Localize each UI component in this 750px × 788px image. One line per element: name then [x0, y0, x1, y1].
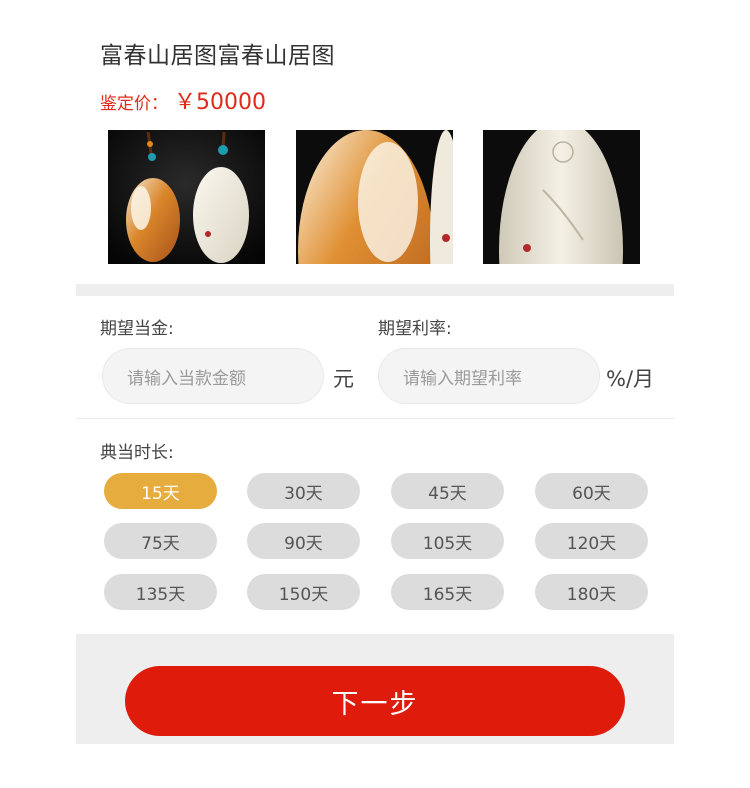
product-image-3[interactable] [483, 130, 640, 264]
duration-option[interactable]: 75天 [104, 523, 217, 559]
duration-option[interactable]: 135天 [104, 574, 217, 610]
duration-option[interactable]: 60天 [535, 473, 648, 509]
product-title: 富春山居图富春山居图 [100, 43, 335, 69]
image-gallery [108, 130, 640, 264]
product-image-1[interactable] [108, 130, 265, 264]
duration-option[interactable]: 165天 [391, 574, 504, 610]
product-image-2[interactable] [296, 130, 453, 264]
duration-option[interactable]: 105天 [391, 523, 504, 559]
amount-input[interactable]: 请输入当款金额 [102, 348, 324, 404]
duration-option[interactable]: 45天 [391, 473, 504, 509]
jade-pendant-detail-image [483, 130, 640, 264]
jade-pendant-closeup-image [296, 130, 453, 264]
duration-option[interactable]: 120天 [535, 523, 648, 559]
rate-unit: %/月 [606, 367, 655, 391]
rate-input[interactable]: 请输入期望利率 [378, 348, 600, 404]
duration-option[interactable]: 30天 [247, 473, 360, 509]
price-value: ￥50000 [174, 90, 266, 115]
price-label: 鉴定价： [100, 94, 168, 114]
jade-pendant-pair-image [108, 130, 265, 264]
divider-line [76, 418, 674, 419]
amount-label: 期望当金: [100, 319, 174, 339]
price-row: 鉴定价： ￥50000 [100, 84, 266, 116]
duration-option[interactable]: 150天 [247, 574, 360, 610]
duration-option[interactable]: 15天 [104, 473, 217, 509]
rate-label: 期望利率: [378, 319, 452, 339]
duration-label: 典当时长: [100, 443, 174, 463]
next-step-button[interactable]: 下一步 [125, 666, 625, 736]
duration-option[interactable]: 180天 [535, 574, 648, 610]
amount-unit: 元 [333, 367, 354, 391]
duration-option[interactable]: 90天 [247, 523, 360, 559]
section-divider [76, 284, 674, 296]
